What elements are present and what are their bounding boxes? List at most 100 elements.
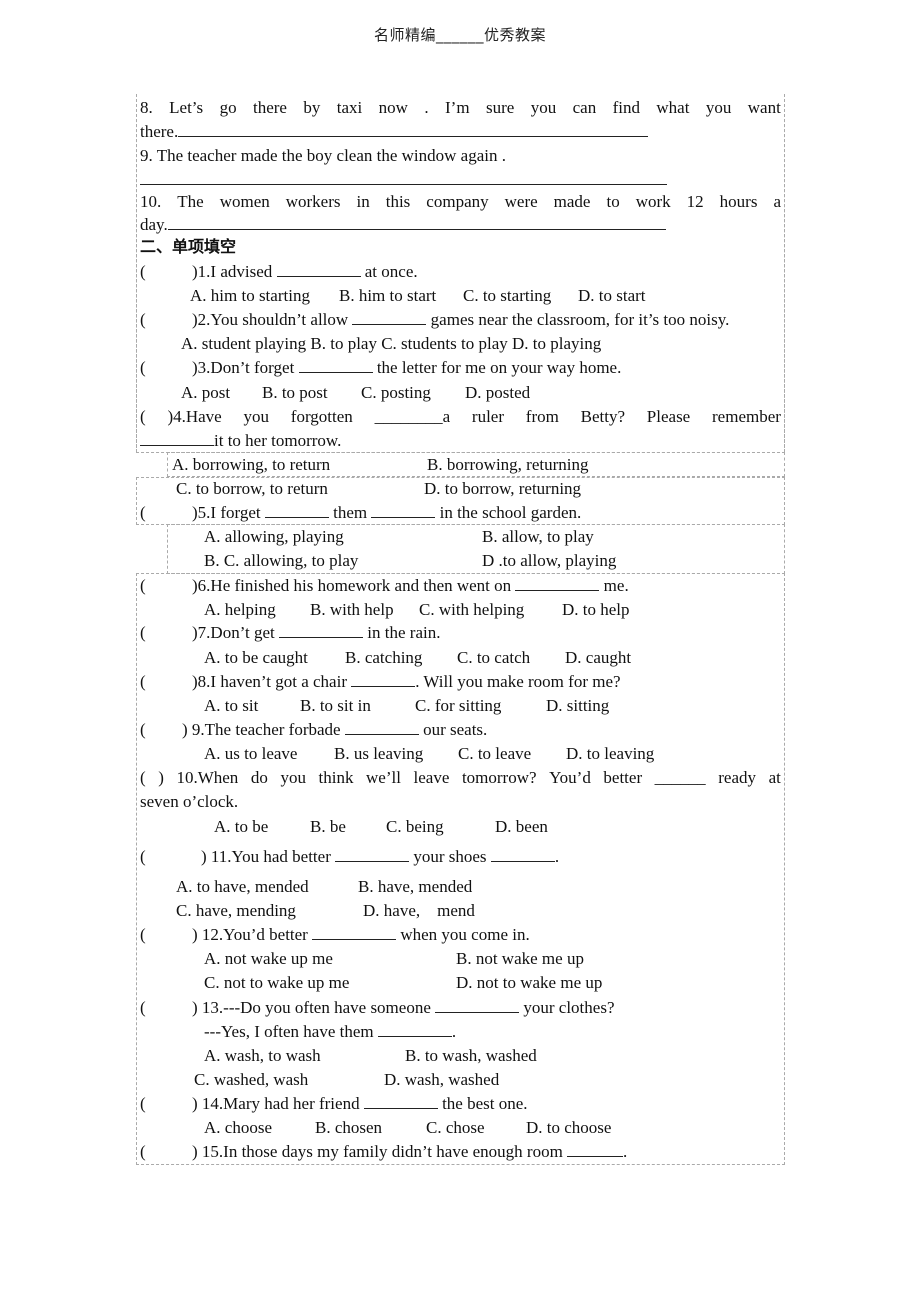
q3-option-a[interactable]: A. post [181, 381, 230, 405]
answer-paren[interactable]: ( [140, 1092, 146, 1116]
q4-option-d[interactable]: D. to borrow, returning [424, 477, 581, 501]
question-4-line2: it to her tomorrow. [140, 429, 341, 453]
q14-option-b[interactable]: B. chosen [315, 1116, 382, 1140]
q7-option-b[interactable]: B. catching [345, 646, 422, 670]
answer-paren[interactable]: ( [140, 621, 146, 645]
word: to [606, 192, 620, 211]
q13-option-a[interactable]: A. wash, to wash [204, 1044, 321, 1068]
answer-blank[interactable] [167, 213, 666, 230]
q7-option-a[interactable]: A. to be caught [204, 646, 308, 670]
answer-blank[interactable] [178, 120, 649, 137]
q14-option-a[interactable]: A. choose [204, 1116, 272, 1140]
q13-option-b[interactable]: B. to wash, washed [405, 1044, 537, 1068]
answer-blank[interactable] [140, 168, 667, 185]
q9-option-d[interactable]: D. to leaving [566, 742, 654, 766]
q13-option-c[interactable]: C. washed, wash [194, 1068, 308, 1092]
q3-option-b[interactable]: B. to post [262, 381, 328, 405]
q4-option-a[interactable]: A. borrowing, to return [172, 453, 330, 477]
q3-option-d[interactable]: D. posted [465, 381, 530, 405]
q8-option-c[interactable]: C. for sitting [415, 694, 501, 718]
word: company [426, 192, 489, 211]
q9-option-b[interactable]: B. us leaving [334, 742, 423, 766]
blank [344, 718, 419, 735]
answer-paren[interactable]: ( [140, 923, 146, 947]
q13-option-d[interactable]: D. wash, washed [384, 1068, 499, 1092]
q11-option-d[interactable]: D. have, mend [363, 899, 475, 923]
word: we’ll [366, 768, 401, 787]
question-7: )7.Don’t get in the rain. [192, 621, 441, 642]
q4-option-c[interactable]: C. to borrow, to return [176, 477, 328, 501]
q7-option-c[interactable]: C. to catch [457, 646, 530, 670]
q9-option-c[interactable]: C. to leave [458, 742, 531, 766]
answer-paren[interactable]: ( [140, 356, 146, 380]
word: you [243, 407, 270, 426]
q11-option-c[interactable]: C. have, mending [176, 899, 296, 923]
question-13-line2: ---Yes, I often have them . [204, 1022, 457, 1041]
word: . [424, 98, 429, 117]
q5-option-d[interactable]: D .to allow, playing [482, 549, 616, 573]
answer-paren[interactable]: ( [140, 308, 146, 332]
q5-option-c[interactable]: B. C. allowing, to play [204, 549, 358, 573]
q3-option-c[interactable]: C. posting [361, 381, 431, 405]
q5-option-b[interactable]: B. allow, to play [482, 525, 594, 549]
blank [279, 621, 364, 638]
q4-option-b[interactable]: B. borrowing, returning [427, 453, 588, 477]
answer-paren[interactable]: ( [140, 718, 146, 742]
word: find [612, 98, 640, 117]
answer-paren[interactable]: ( [140, 574, 146, 598]
q9-option-a[interactable]: A. us to leave [204, 742, 297, 766]
q12-option-b[interactable]: B. not wake me up [456, 947, 584, 971]
q7-option-d[interactable]: D. caught [565, 646, 631, 670]
q12-option-a[interactable]: A. not wake up me [204, 947, 333, 971]
answer-paren[interactable]: ( [140, 996, 146, 1020]
q14-option-c[interactable]: C. chose [426, 1116, 485, 1140]
q10-option-c[interactable]: C. being [386, 815, 444, 839]
answer-paren[interactable]: ( [140, 260, 146, 284]
word: go [219, 98, 237, 117]
word: remember [712, 407, 781, 426]
word: I’m [445, 98, 470, 117]
word: ______ [654, 768, 706, 787]
q11-option-a[interactable]: A. to have, mended [176, 875, 309, 899]
answer-paren[interactable]: ( [140, 845, 146, 869]
word: sure [485, 98, 515, 117]
q8-option-b[interactable]: B. to sit in [300, 694, 371, 718]
q6-option-d[interactable]: D. to help [562, 598, 630, 622]
answer-paren[interactable]: ( [140, 501, 146, 525]
word: work [635, 192, 671, 211]
q8-option-a[interactable]: A. to sit [204, 694, 258, 718]
q6-option-b[interactable]: B. with help [310, 598, 394, 622]
q1-option-b[interactable]: B. him to start [339, 284, 436, 308]
q10-option-d[interactable]: D. been [495, 815, 548, 839]
q10-option-b[interactable]: B. be [310, 815, 346, 839]
word: ( [140, 768, 146, 787]
section-title: 二、单项填空 [140, 237, 237, 256]
q1-option-a[interactable]: A. him to starting [190, 284, 310, 308]
word: Let’s [169, 98, 204, 117]
blank [140, 429, 214, 446]
answer-paren[interactable]: ( [140, 1140, 146, 1164]
q6-option-a[interactable]: A. helping [204, 598, 276, 622]
word: a [773, 192, 781, 211]
q6-option-c[interactable]: C. with helping [419, 598, 524, 622]
blank [371, 501, 436, 518]
question-13: ) 13.---Do you often have someone your c… [192, 998, 615, 1017]
blank [264, 501, 329, 518]
q12-option-d[interactable]: D. not to wake me up [456, 971, 602, 995]
blank [515, 574, 600, 591]
q12-option-c[interactable]: C. not to wake up me [204, 971, 349, 995]
q11-option-b[interactable]: B. have, mended [358, 875, 472, 899]
item-9-answer-line[interactable] [140, 168, 667, 192]
answer-paren[interactable]: ( [140, 670, 146, 694]
q8-option-d[interactable]: D. sitting [546, 694, 609, 718]
blank [363, 1092, 438, 1109]
q1-option-c[interactable]: C. to starting [463, 284, 551, 308]
q5-option-a[interactable]: A. allowing, playing [204, 525, 344, 549]
q14-option-d[interactable]: D. to choose [526, 1116, 611, 1140]
word: ready [718, 768, 756, 787]
q2-options[interactable]: A. student playing B. to play C. student… [181, 332, 601, 356]
q1-option-d[interactable]: D. to start [578, 284, 646, 308]
word: made [553, 192, 591, 211]
q10-option-a[interactable]: A. to be [214, 815, 268, 839]
item-9-line1: 9. The teacher made the boy clean the wi… [140, 146, 506, 165]
